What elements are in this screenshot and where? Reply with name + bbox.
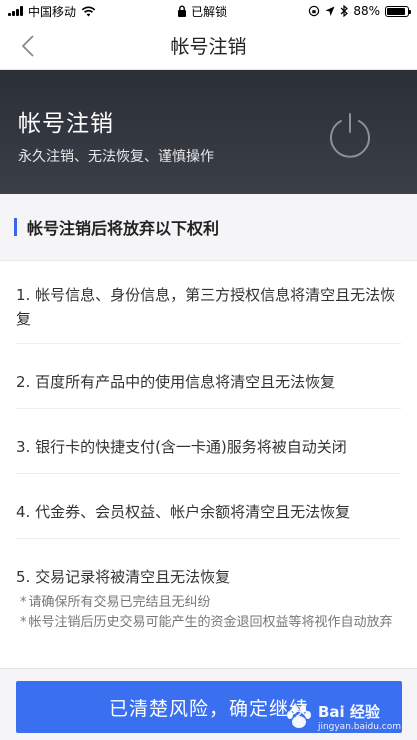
footer: 已清楚风险，确定继续 Bai 经验 jingyan.baidu.com — [0, 668, 417, 740]
note-bullet: * — [20, 615, 27, 630]
status-left: 中国移动 — [8, 3, 96, 20]
confirm-button-label: 已清楚风险，确定继续 — [108, 697, 309, 720]
note-text: 请确保所有交易已完结且无纠纷 — [28, 595, 211, 610]
battery-percent: 88% — [353, 4, 380, 18]
paw-icon — [286, 704, 311, 728]
notes: * 请确保所有交易已完结且无纠纷 * 帐号注销后历史交易可能产生的资金退回权益等… — [16, 593, 401, 633]
location-icon — [325, 6, 335, 16]
note-text: 帐号注销后历史交易可能产生的资金退回权益等将视作自动放弃 — [28, 615, 393, 630]
wifi-icon — [81, 6, 96, 16]
orientation-lock-icon — [309, 5, 320, 17]
rights-list: 1. 帐号信息、身份信息，第三方授权信息将清空且无法恢复 2. 百度所有产品中的… — [0, 260, 417, 674]
note-bullet: * — [20, 595, 27, 610]
list-item: 5. 交易记录将被清空且无法恢复 * 请确保所有交易已完结且无纠纷 * 帐号注销… — [16, 539, 401, 673]
right-text: 3. 银行卡的快捷支付(含一卡通)服务将被自动关闭 — [16, 438, 347, 456]
list-item: 4. 代金券、会员权益、帐户余额将清空且无法恢复 — [16, 474, 401, 539]
note-item: * 帐号注销后历史交易可能产生的资金退回权益等将视作自动放弃 — [20, 613, 401, 633]
section-title: 帐号注销后将放弃以下权利 — [27, 219, 220, 238]
back-button[interactable] — [14, 32, 42, 60]
status-right: 88% — [308, 4, 411, 18]
page-title: 帐号注销 — [170, 36, 247, 58]
note-item: * 请确保所有交易已完结且无纠纷 — [20, 593, 401, 613]
right-text: 1. 帐号信息、身份信息，第三方授权信息将清空且无法恢复 — [16, 286, 396, 328]
power-icon — [330, 113, 370, 158]
section-accent-bar — [14, 218, 17, 236]
banner: 帐号注销 永久注销、无法恢复、谨慎操作 — [0, 70, 417, 194]
list-item: 1. 帐号信息、身份信息，第三方授权信息将清空且无法恢复 — [16, 261, 401, 344]
right-text: 2. 百度所有产品中的使用信息将清空且无法恢复 — [16, 373, 336, 391]
carrier-label: 中国移动 — [28, 4, 77, 19]
nav-bar: 帐号注销 — [0, 22, 417, 70]
status-center: 已解锁 — [177, 3, 227, 20]
watermark-text: Bai 经验 jingyan.baidu.com — [318, 701, 401, 732]
watermark: Bai 经验 jingyan.baidu.com — [284, 701, 401, 732]
battery-icon — [384, 5, 411, 17]
bluetooth-icon — [340, 5, 349, 17]
chevron-left-icon — [21, 35, 34, 57]
lock-icon — [178, 5, 187, 17]
lock-status-label: 已解锁 — [191, 4, 228, 19]
watermark-url: jingyan.baidu.com — [317, 722, 401, 732]
right-text: 5. 交易记录将被清空且无法恢复 — [16, 568, 231, 586]
right-text: 4. 代金券、会员权益、帐户余额将清空且无法恢复 — [16, 503, 351, 521]
watermark-brand: Bai 经验 — [317, 703, 380, 721]
signal-icon — [8, 6, 23, 16]
list-item: 2. 百度所有产品中的使用信息将清空且无法恢复 — [16, 344, 401, 409]
list-item: 3. 银行卡的快捷支付(含一卡通)服务将被自动关闭 — [16, 409, 401, 474]
status-bar: 中国移动 已解锁 88% — [0, 0, 417, 22]
section-header: 帐号注销后将放弃以下权利 — [0, 194, 417, 260]
